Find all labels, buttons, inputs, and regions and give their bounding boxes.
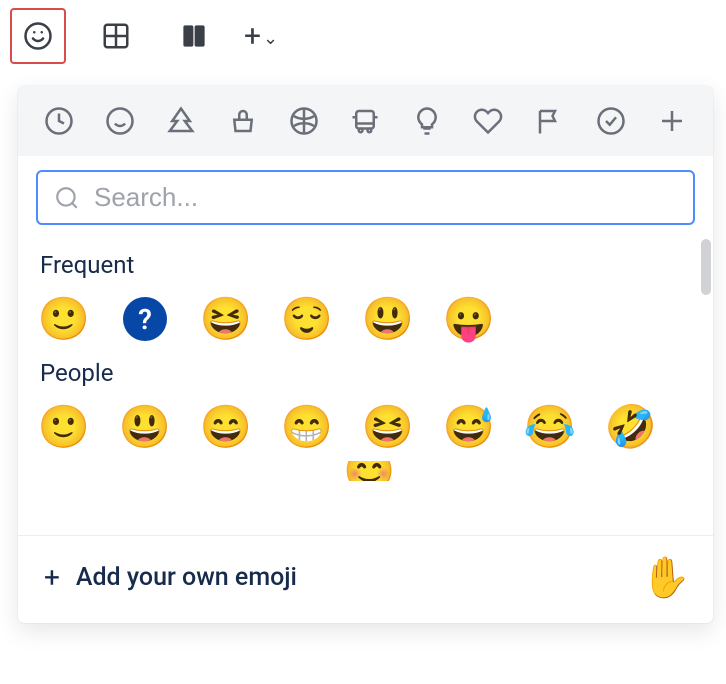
emoji-item[interactable]: 😄 — [202, 403, 250, 451]
people-icon — [105, 106, 135, 136]
search-input[interactable] — [94, 182, 677, 213]
section-title-people: People — [40, 359, 699, 387]
emoji-toolbar-button[interactable] — [10, 8, 66, 64]
emoji-item[interactable]: 😊 — [346, 461, 394, 481]
plus-icon: + — [244, 19, 261, 54]
emoji-item[interactable]: ? — [121, 295, 169, 343]
search-icon — [54, 185, 80, 211]
activity-icon — [289, 106, 319, 136]
picker-footer: + Add your own emoji ✋ — [18, 535, 713, 623]
travel-icon — [350, 106, 380, 136]
footer-preview-emoji: ✋ — [641, 554, 691, 601]
symbols-icon — [473, 106, 503, 136]
emoji-item[interactable]: 😁 — [283, 403, 331, 451]
category-nature[interactable] — [155, 100, 207, 142]
frequent-row: 🙂 ? 😆 😌 😃 😛 — [40, 295, 699, 343]
search-box[interactable] — [36, 170, 695, 225]
category-tabs — [18, 86, 713, 156]
layouts-icon — [179, 21, 209, 51]
objects-icon — [412, 106, 442, 136]
emoji-item[interactable]: 😅 — [445, 403, 493, 451]
emoji-item[interactable]: 🤣 — [607, 403, 655, 451]
table-toolbar-button[interactable] — [88, 8, 144, 64]
chevron-down-icon: ⌄ — [263, 28, 278, 49]
scrollbar-thumb[interactable] — [701, 239, 711, 295]
category-productivity[interactable] — [585, 100, 637, 142]
category-objects[interactable] — [401, 100, 453, 142]
layouts-toolbar-button[interactable] — [166, 8, 222, 64]
emoji-item[interactable]: 😃 — [364, 295, 412, 343]
recent-icon — [44, 106, 74, 136]
custom-add-icon — [657, 106, 687, 136]
insert-more-button[interactable]: + ⌄ — [244, 19, 278, 54]
search-wrapper — [18, 156, 713, 235]
category-recent[interactable] — [33, 100, 85, 142]
food-icon — [228, 106, 258, 136]
category-travel[interactable] — [339, 100, 391, 142]
table-icon — [101, 21, 131, 51]
emoji-item[interactable]: 😂 — [526, 403, 574, 451]
section-title-frequent: Frequent — [40, 251, 699, 279]
plus-icon: + — [44, 561, 60, 594]
category-people[interactable] — [94, 100, 146, 142]
category-flags[interactable] — [524, 100, 576, 142]
emoji-item[interactable]: 😌 — [283, 295, 331, 343]
category-symbols[interactable] — [462, 100, 514, 142]
emoji-item[interactable]: 😆 — [202, 295, 250, 343]
add-your-own-button[interactable]: + Add your own emoji — [44, 561, 297, 594]
editor-toolbar: + ⌄ — [0, 0, 726, 78]
emoji-picker-panel: Frequent 🙂 ? 😆 😌 😃 😛 People 🙂 😃 😄 😁 😆 😅 … — [18, 86, 713, 623]
emoji-smile-icon — [23, 21, 53, 51]
add-own-label: Add your own emoji — [76, 563, 297, 592]
people-row: 🙂 😃 😄 😁 😆 😅 😂 🤣 — [40, 403, 699, 451]
emoji-item[interactable]: 😛 — [445, 295, 493, 343]
question-mark-emoji: ? — [123, 297, 167, 341]
flags-icon — [535, 106, 565, 136]
people-row-2: 😊 — [40, 461, 699, 481]
emoji-item[interactable]: 😆 — [364, 403, 412, 451]
emoji-item[interactable]: 🙂 — [40, 403, 88, 451]
productivity-icon — [596, 106, 626, 136]
nature-icon — [166, 106, 196, 136]
category-activity[interactable] — [278, 100, 330, 142]
emoji-item[interactable]: 😃 — [121, 403, 169, 451]
emoji-scroll-area[interactable]: Frequent 🙂 ? 😆 😌 😃 😛 People 🙂 😃 😄 😁 😆 😅 … — [18, 235, 713, 535]
category-custom[interactable] — [646, 100, 698, 142]
category-food[interactable] — [217, 100, 269, 142]
emoji-item[interactable]: 🙂 — [40, 295, 88, 343]
